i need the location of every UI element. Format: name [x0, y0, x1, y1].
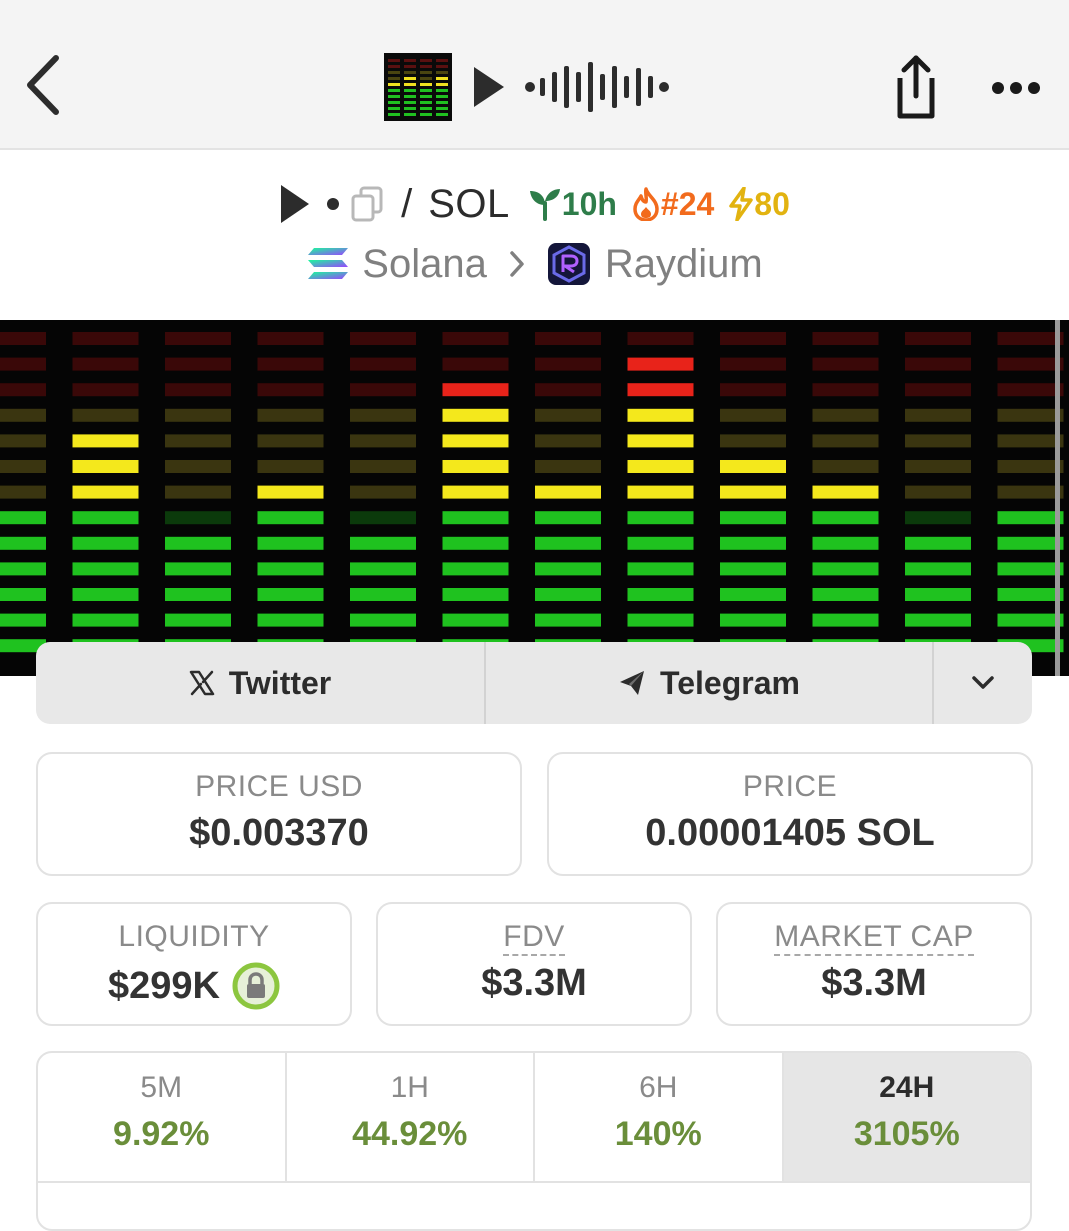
liquidity-label: LIQUIDITY: [118, 920, 270, 953]
play-icon: [281, 185, 310, 223]
price-sol-value: 0.00001405 SOL: [645, 812, 935, 854]
market-cap-card: MARKET CAP $3.3M: [716, 902, 1032, 1026]
dex-name[interactable]: Raydium: [605, 242, 763, 287]
timeframe-6h[interactable]: 6H 140%: [535, 1053, 784, 1181]
chevron-down-icon: [972, 676, 994, 689]
telegram-label: Telegram: [660, 664, 800, 701]
lock-icon[interactable]: [232, 962, 280, 1010]
price-usd-label: PRICE USD: [195, 770, 363, 803]
chain-name[interactable]: Solana: [362, 242, 487, 287]
solana-icon: [308, 248, 349, 279]
liquidity-value-row: $299K: [38, 962, 350, 1010]
top-nav-bar: [0, 0, 1069, 150]
pair-dot: [327, 198, 340, 210]
timeframe-change: 140%: [614, 1115, 702, 1153]
pair-age-text: 10h: [561, 185, 617, 222]
quote-token: SOL: [428, 181, 510, 226]
timeframe-label: 1H: [390, 1071, 429, 1104]
fdv-card: FDV $3.3M: [376, 902, 692, 1026]
token-banner-image: [0, 320, 1069, 676]
more-horizontal-icon: [992, 82, 1040, 94]
sprout-icon: [529, 189, 560, 221]
telegram-button[interactable]: Telegram: [486, 642, 934, 724]
x-logo-icon: [189, 670, 214, 696]
back-button[interactable]: [20, 50, 70, 120]
boost-count[interactable]: 80: [728, 186, 790, 223]
fdv-value: $3.3M: [481, 962, 587, 1004]
chevron-right-icon: [510, 251, 524, 277]
pair-age: 10h: [528, 186, 617, 223]
timeframe-1h[interactable]: 1H 44.92%: [287, 1053, 535, 1181]
copy-icon[interactable]: [351, 186, 383, 222]
liquidity-card: LIQUIDITY $299K: [36, 902, 352, 1026]
timeframe-label: 5M: [140, 1071, 183, 1104]
timeframe-label: 6H: [639, 1071, 678, 1104]
boost-count-text: 80: [754, 185, 790, 222]
token-title: [384, 52, 672, 122]
waveform-icon: [525, 62, 669, 112]
market-cap-value: $3.3M: [821, 962, 927, 1004]
social-links-bar: Twitter Telegram: [36, 642, 1032, 724]
pair-header: / SOL 10h #24 80: [0, 176, 1069, 232]
price-change-timeframes: 5M 9.92% 1H 44.92% 6H 140% 24H 3105%: [36, 1051, 1032, 1231]
pair-separator: /: [401, 181, 413, 226]
price-sol-card: PRICE 0.00001405 SOL: [547, 752, 1033, 876]
play-icon: [474, 67, 504, 107]
chevron-left-icon: [27, 55, 59, 115]
twitter-label: Twitter: [228, 664, 332, 701]
trending-rank-text: #24: [660, 185, 715, 222]
chain-dex-breadcrumb: Solana Raydium: [0, 236, 1069, 292]
fdv-label[interactable]: FDV: [503, 920, 565, 956]
equalizer-banner-art: [0, 320, 1064, 676]
timeframe-change: 44.92%: [352, 1115, 468, 1153]
share-button[interactable]: [886, 52, 942, 122]
liquidity-value: $299K: [108, 964, 220, 1007]
price-sol-label: PRICE: [742, 770, 838, 803]
share-icon: [897, 55, 935, 119]
market-cap-label[interactable]: MARKET CAP: [774, 920, 974, 956]
timeframe-row: 5M 9.92% 1H 44.92% 6H 140% 24H 3105%: [38, 1053, 1030, 1183]
price-usd-value: $0.003370: [189, 812, 369, 854]
flame-icon: [633, 187, 659, 221]
trending-rank[interactable]: #24: [631, 186, 714, 223]
timeframe-change: 3105%: [853, 1115, 960, 1153]
timeframe-5m[interactable]: 5M 9.92%: [38, 1053, 287, 1181]
price-usd-card: PRICE USD $0.003370: [36, 752, 522, 876]
timeframe-24h[interactable]: 24H 3105%: [783, 1053, 1030, 1181]
raydium-icon: [547, 243, 590, 285]
paper-plane-icon: [620, 671, 645, 695]
lightning-icon: [729, 187, 754, 221]
timeframe-label: 24H: [879, 1071, 935, 1104]
more-options-button[interactable]: [988, 70, 1044, 106]
more-socials-button[interactable]: [934, 642, 1032, 724]
timeframe-change: 9.92%: [113, 1115, 210, 1153]
twitter-button[interactable]: Twitter: [36, 642, 486, 724]
equalizer-thumbnail: [384, 53, 452, 121]
